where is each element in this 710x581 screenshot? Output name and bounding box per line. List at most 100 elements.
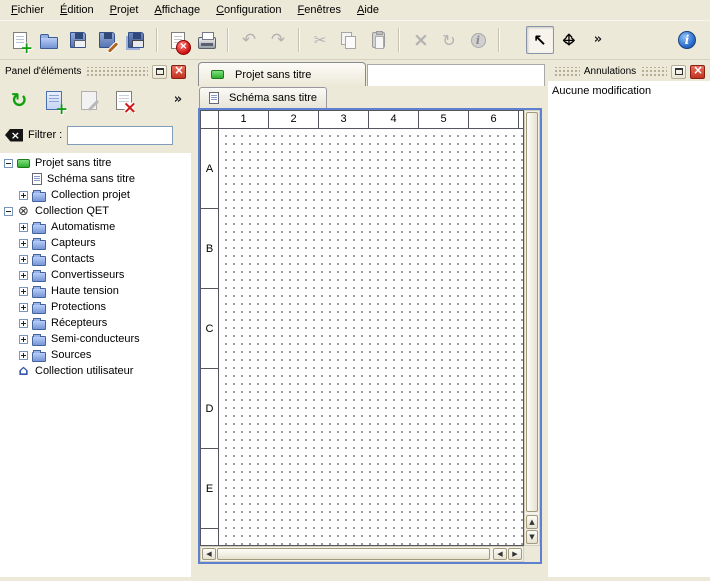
tree-item-haute-tension[interactable]: Haute tension bbox=[0, 283, 191, 299]
tree-item-collection-projet[interactable]: Collection projet bbox=[0, 187, 191, 203]
save-as-button[interactable] bbox=[93, 26, 121, 54]
expand-toggle[interactable] bbox=[19, 239, 28, 248]
menu-fichier[interactable]: Fichier bbox=[3, 1, 52, 19]
reload-collections-button[interactable] bbox=[4, 85, 34, 115]
close-icon bbox=[693, 66, 702, 77]
rotate-selection-button bbox=[435, 26, 463, 54]
undo-panel-titlebar[interactable]: Annulations bbox=[550, 64, 708, 79]
dock-grip[interactable] bbox=[553, 67, 580, 76]
expand-toggle[interactable] bbox=[19, 319, 28, 328]
expand-toggle[interactable] bbox=[19, 351, 28, 360]
horizontal-scrollbar-thumb[interactable] bbox=[217, 548, 490, 560]
float-undo-panel-button[interactable] bbox=[671, 65, 686, 79]
new-file-button[interactable] bbox=[6, 26, 34, 54]
menu-fenetres[interactable]: Fenêtres bbox=[290, 1, 349, 19]
close-file-button[interactable] bbox=[164, 26, 192, 54]
delete-selection-button bbox=[406, 26, 434, 54]
scroll-up-button[interactable] bbox=[526, 515, 538, 529]
tree-item-sources[interactable]: Sources bbox=[0, 347, 191, 363]
tree-item-automatisme[interactable]: Automatisme bbox=[0, 219, 191, 235]
collapse-toggle[interactable] bbox=[4, 207, 13, 216]
vertical-scrollbar-thumb[interactable] bbox=[526, 112, 538, 512]
pan-mode-button[interactable] bbox=[555, 26, 583, 54]
open-folder-icon bbox=[40, 37, 58, 49]
scroll-down-button[interactable] bbox=[526, 530, 538, 544]
dock-grip[interactable] bbox=[640, 67, 667, 76]
ruler-column-1: 1 bbox=[219, 111, 269, 128]
toolbar-overflow-button[interactable] bbox=[584, 26, 612, 54]
tree-item-recepteurs[interactable]: Récepteurs bbox=[0, 315, 191, 331]
tree-item-collection-utilisateur[interactable]: Collection utilisateur bbox=[0, 363, 191, 379]
select-arrow-icon bbox=[532, 32, 549, 49]
delete-element-button[interactable] bbox=[109, 85, 139, 115]
project-icon bbox=[17, 159, 30, 168]
tree-item-schema-sans-titre[interactable]: Schéma sans titre bbox=[0, 171, 191, 187]
tree-item-capteurs[interactable]: Capteurs bbox=[0, 235, 191, 251]
tree-item-protections[interactable]: Protections bbox=[0, 299, 191, 315]
tree-item-label: Collection projet bbox=[51, 189, 130, 201]
menu-affichage[interactable]: Affichage bbox=[146, 1, 208, 19]
ruler-column-2: 2 bbox=[269, 111, 319, 128]
elements-panel-titlebar[interactable]: Panel d'éléments bbox=[2, 64, 189, 79]
scroll-left-button[interactable] bbox=[202, 548, 216, 560]
tab-schema-sans-titre[interactable]: Schéma sans titre bbox=[199, 87, 327, 108]
expand-toggle[interactable] bbox=[19, 335, 28, 344]
float-elements-panel-button[interactable] bbox=[152, 65, 167, 79]
tree-item-semi-conducteurs[interactable]: Semi-conducteurs bbox=[0, 331, 191, 347]
filter-input[interactable] bbox=[67, 126, 173, 145]
undo-panel-title: Annulations bbox=[584, 66, 636, 77]
tree-item-projet-sans-titre[interactable]: Projet sans titre bbox=[0, 155, 191, 171]
tree-item-label: Convertisseurs bbox=[51, 269, 124, 281]
main-toolbar bbox=[6, 26, 673, 54]
tab-projet-sans-titre[interactable]: Projet sans titre bbox=[198, 62, 366, 86]
undo-list-item[interactable]: Aucune modification bbox=[552, 83, 706, 99]
expand-toggle[interactable] bbox=[19, 255, 28, 264]
close-icon bbox=[174, 66, 183, 77]
new-element-button[interactable] bbox=[39, 85, 69, 115]
vertical-scrollbar[interactable] bbox=[524, 110, 540, 546]
print-button[interactable] bbox=[193, 26, 221, 54]
open-file-button[interactable] bbox=[35, 26, 63, 54]
diagram-canvas[interactable] bbox=[219, 129, 523, 545]
menu-configuration[interactable]: Configuration bbox=[208, 1, 289, 19]
scroll-left-button-2[interactable] bbox=[493, 548, 507, 560]
tree-item-label: Protections bbox=[51, 301, 106, 313]
save-button[interactable] bbox=[64, 26, 92, 54]
selection-properties-button bbox=[464, 26, 492, 54]
folder-icon bbox=[32, 192, 46, 202]
save-all-button[interactable] bbox=[122, 26, 150, 54]
edit-element-icon bbox=[81, 91, 97, 110]
dock-grip[interactable] bbox=[85, 67, 148, 76]
expand-toggle[interactable] bbox=[19, 287, 28, 296]
new-element-icon bbox=[46, 91, 62, 110]
expand-toggle[interactable] bbox=[19, 223, 28, 232]
menu-projet[interactable]: Projet bbox=[102, 1, 147, 19]
horizontal-scrollbar[interactable] bbox=[200, 546, 524, 562]
tree-item-label: Schéma sans titre bbox=[47, 173, 135, 185]
scroll-right-button[interactable] bbox=[508, 548, 522, 560]
folder-icon bbox=[32, 288, 46, 298]
ruler-column-6: 6 bbox=[469, 111, 519, 128]
folder-icon bbox=[32, 256, 46, 266]
tree-item-collection-qet[interactable]: Collection QET bbox=[0, 203, 191, 219]
tree-item-contacts[interactable]: Contacts bbox=[0, 251, 191, 267]
select-mode-button[interactable] bbox=[526, 26, 554, 54]
collapse-toggle[interactable] bbox=[4, 159, 13, 168]
menu-aide[interactable]: Aide bbox=[349, 1, 387, 19]
main-toolbar-row bbox=[0, 21, 710, 60]
expand-toggle[interactable] bbox=[19, 191, 28, 200]
close-undo-panel-button[interactable] bbox=[690, 65, 705, 79]
expand-toggle[interactable] bbox=[19, 303, 28, 312]
cut-button bbox=[306, 26, 334, 54]
tree-item-convertisseurs[interactable]: Convertisseurs bbox=[0, 267, 191, 283]
ruler-top: 123456 bbox=[201, 111, 523, 129]
mdi-area: Schéma sans titre 123456 ABCDE bbox=[196, 86, 545, 577]
close-elements-panel-button[interactable] bbox=[171, 65, 186, 79]
expand-toggle[interactable] bbox=[19, 271, 28, 280]
about-qet-button[interactable] bbox=[673, 26, 701, 54]
menu-edition[interactable]: Édition bbox=[52, 1, 102, 19]
toolbar-group bbox=[164, 26, 221, 54]
toolbar-group bbox=[306, 26, 392, 54]
elements-toolbar-overflow-button[interactable] bbox=[169, 85, 187, 115]
clear-filter-icon[interactable] bbox=[5, 129, 23, 142]
